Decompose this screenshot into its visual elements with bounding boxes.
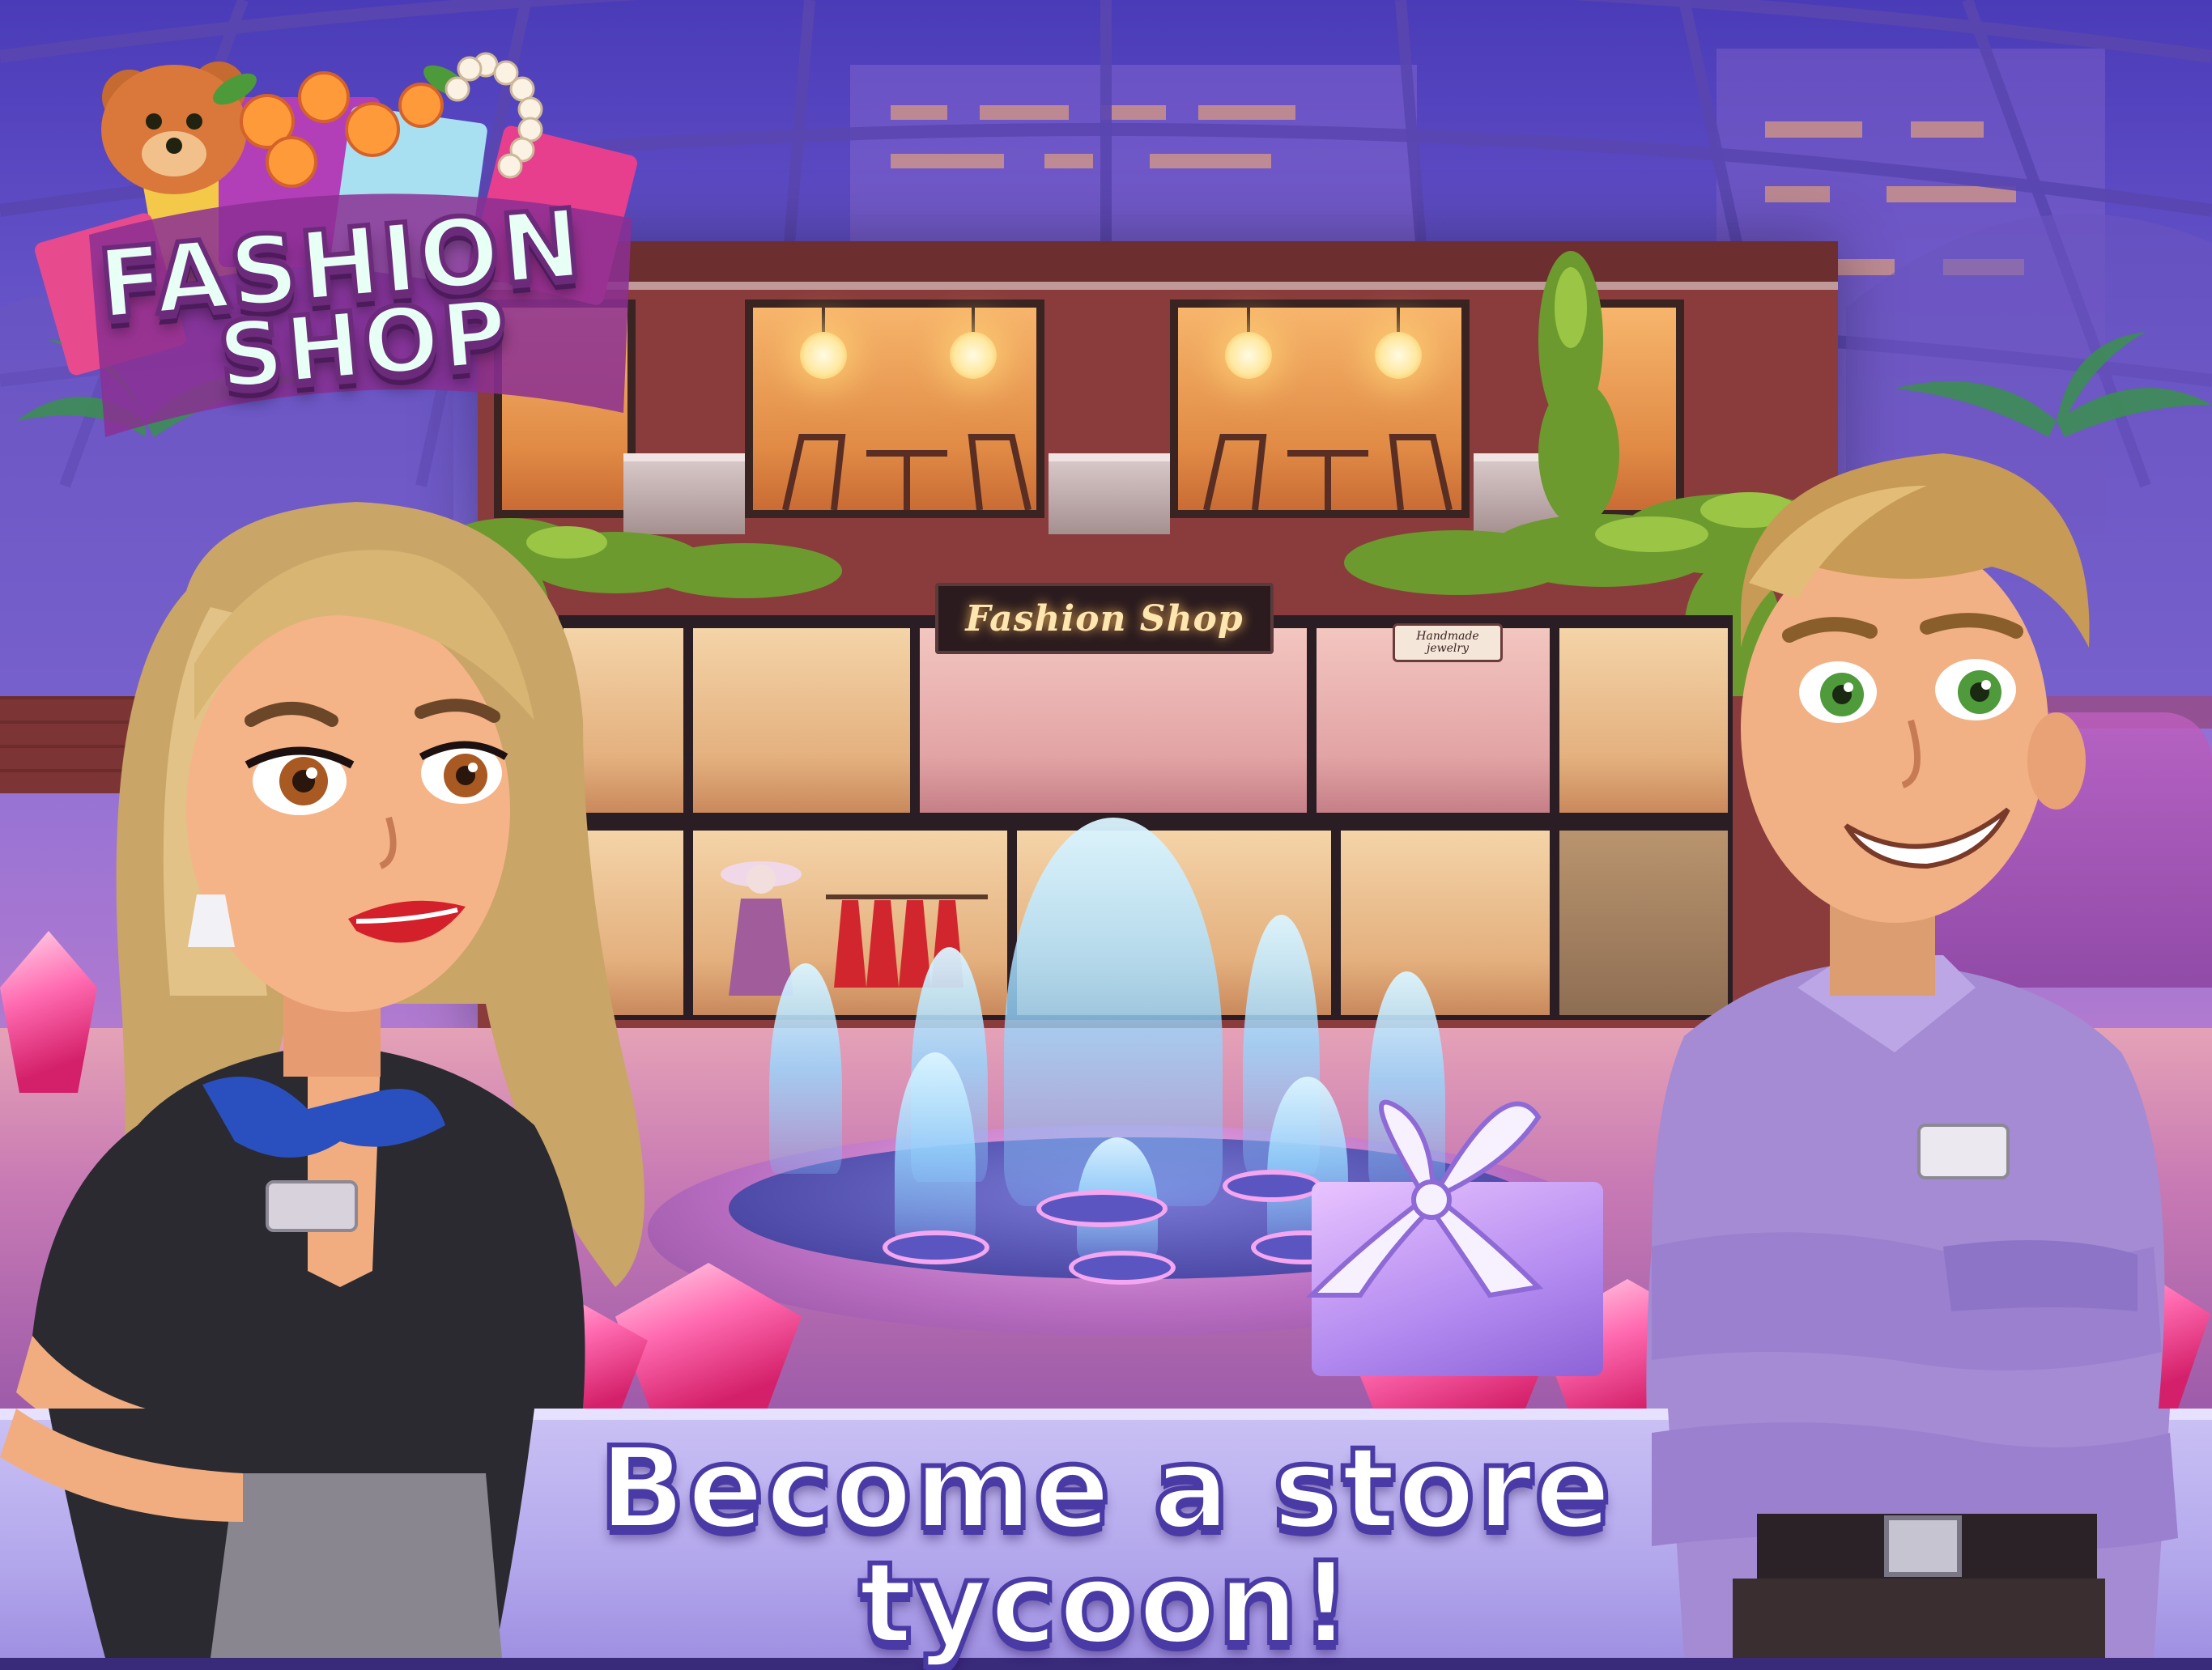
jewelry-store-sign: Handmade jewelry bbox=[1393, 623, 1503, 662]
tagline-line-1: Become a store bbox=[597, 1421, 1614, 1557]
gift-bow bbox=[1305, 1099, 1544, 1298]
tagline-line-2: tycoon! bbox=[856, 1536, 1354, 1670]
teddy-bear-icon bbox=[101, 62, 247, 194]
fashion-shop-sign: Fashion Shop bbox=[935, 583, 1274, 654]
shop-room-9 bbox=[1336, 826, 1555, 1020]
